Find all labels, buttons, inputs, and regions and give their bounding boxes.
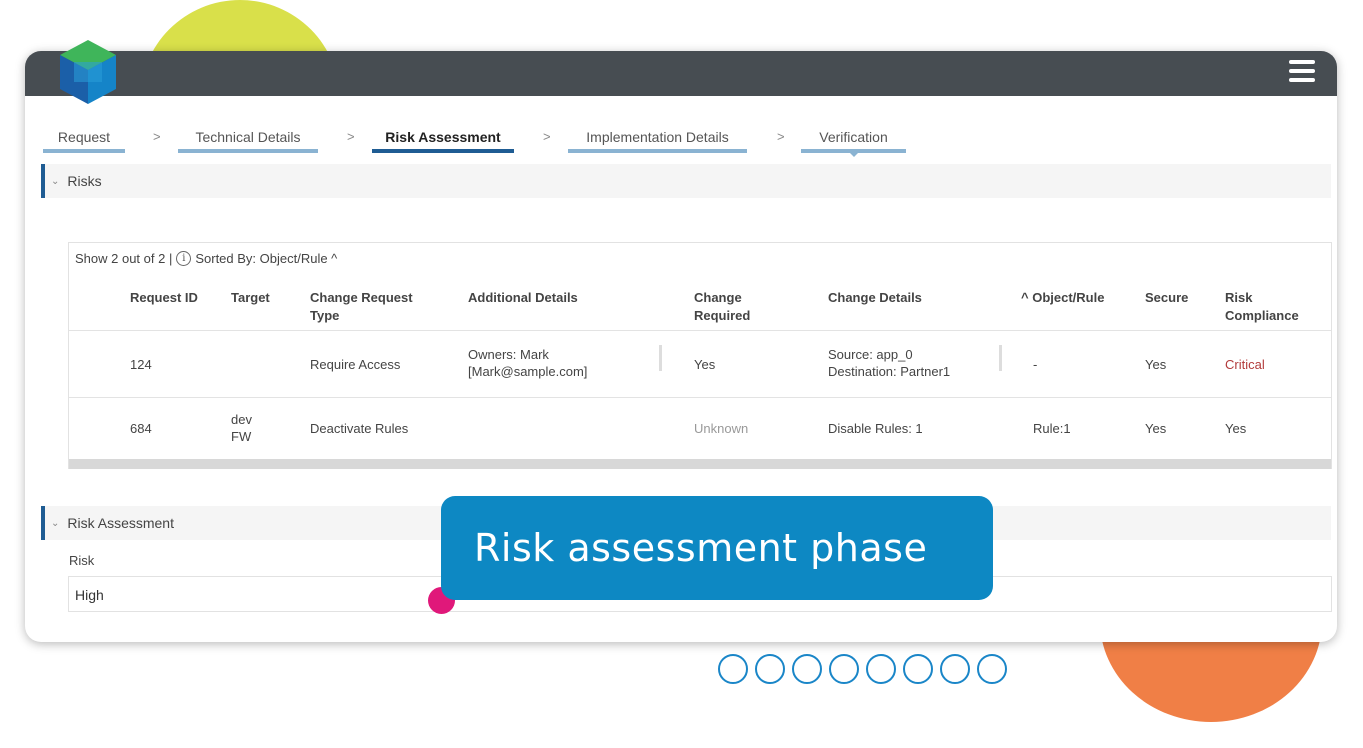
- cell-secure: Yes: [1145, 421, 1167, 436]
- cell-change-details-line2: Destination: Partner1: [828, 364, 951, 379]
- section-title: Risks: [67, 173, 102, 189]
- column-header-change-details[interactable]: Change Details: [828, 289, 922, 307]
- step-risk-assessment[interactable]: Risk Assessment: [372, 129, 514, 153]
- callout-text: Risk assessment phase: [474, 526, 928, 570]
- step-technical-details[interactable]: Technical Details: [178, 129, 318, 153]
- cell-change-details-line1: Source: app_0: [828, 347, 913, 362]
- column-header-additional-details[interactable]: Additional Details: [468, 289, 578, 307]
- chevron-down-icon: ⌄: [51, 517, 60, 529]
- cell-change-details: Disable Rules: 1: [828, 421, 923, 436]
- sorted-by[interactable]: Sorted By: Object/Rule ^: [195, 251, 337, 266]
- column-header-change-request-type[interactable]: Change Request Type: [310, 289, 440, 325]
- cell-change-required: Unknown: [694, 421, 749, 436]
- pagination-dot[interactable]: [977, 654, 1007, 684]
- horizontal-scrollbar[interactable]: [69, 459, 1331, 469]
- chevron-right-icon: >: [153, 129, 161, 144]
- cell-risk-compliance: Yes: [1225, 421, 1247, 436]
- column-header-risk-compliance[interactable]: Risk Compliance: [1225, 289, 1315, 325]
- step-label: Risk Assessment: [385, 129, 501, 145]
- cell-object-rule: Rule:1: [1033, 421, 1071, 436]
- step-label: Request: [57, 129, 111, 145]
- cell-risk-compliance: Critical: [1225, 357, 1265, 372]
- cell-target-line2: FW: [231, 429, 252, 444]
- wizard-steps: Request > Technical Details > Risk Asses…: [25, 129, 1337, 159]
- column-header-change-required[interactable]: Change Required: [694, 289, 774, 325]
- cell-details-line1: Owners: Mark: [468, 347, 549, 362]
- risks-table: Show 2 out of 2 | i Sorted By: Object/Ru…: [68, 242, 1332, 469]
- callout-banner: Risk assessment phase: [441, 496, 993, 600]
- pagination-dot[interactable]: [718, 654, 748, 684]
- cell-target-line1: dev: [231, 412, 252, 427]
- step-label: Technical Details: [195, 129, 301, 145]
- pagination-dot[interactable]: [755, 654, 785, 684]
- pagination-dot[interactable]: [792, 654, 822, 684]
- column-header-request-id[interactable]: Request ID: [130, 289, 200, 307]
- column-resize-handle[interactable]: [999, 345, 1002, 371]
- cell-type: Require Access: [310, 357, 401, 372]
- logo-icon: [60, 40, 116, 104]
- cell-change-required: Yes: [694, 357, 716, 372]
- step-request[interactable]: Request: [43, 129, 125, 153]
- chevron-right-icon: >: [543, 129, 551, 144]
- pagination-dot[interactable]: [866, 654, 896, 684]
- top-bar: [25, 51, 1337, 96]
- hamburger-icon[interactable]: [1289, 60, 1315, 86]
- pagination-dot[interactable]: [903, 654, 933, 684]
- pagination-dot[interactable]: [940, 654, 970, 684]
- cell-object-rule: -: [1033, 357, 1038, 372]
- cell-request-id: 684: [130, 421, 152, 436]
- row-count: Show 2 out of 2 |: [75, 251, 173, 266]
- step-label: Verification: [819, 129, 888, 145]
- pagination-dot[interactable]: [829, 654, 859, 684]
- step-implementation-details[interactable]: Implementation Details: [568, 129, 747, 153]
- column-header-secure[interactable]: Secure: [1145, 289, 1188, 307]
- grid-info-bar: Show 2 out of 2 | i Sorted By: Object/Ru…: [75, 251, 337, 266]
- cell-secure: Yes: [1145, 357, 1167, 372]
- info-icon[interactable]: i: [176, 251, 192, 266]
- row-divider: [69, 397, 1331, 398]
- chevron-down-icon: ⌄: [51, 175, 60, 187]
- step-verification[interactable]: Verification: [801, 129, 906, 157]
- cell-request-id: 124: [130, 357, 152, 372]
- chevron-right-icon: >: [777, 129, 785, 144]
- column-header-object-rule[interactable]: ^ Object/Rule: [1021, 289, 1104, 307]
- column-resize-handle[interactable]: [659, 345, 662, 371]
- section-title: Risk Assessment: [67, 515, 174, 531]
- column-header-target[interactable]: Target: [231, 289, 270, 307]
- step-label: Implementation Details: [586, 129, 729, 145]
- section-header-risks[interactable]: ⌄ Risks: [41, 164, 1331, 198]
- pagination-dots: [718, 654, 1007, 684]
- cell-type: Deactivate Rules: [310, 421, 409, 436]
- row-divider: [69, 330, 1331, 331]
- chevron-right-icon: >: [347, 129, 355, 144]
- risk-field-label: Risk: [69, 553, 95, 568]
- cell-details-line2: [Mark@sample.com]: [468, 364, 588, 379]
